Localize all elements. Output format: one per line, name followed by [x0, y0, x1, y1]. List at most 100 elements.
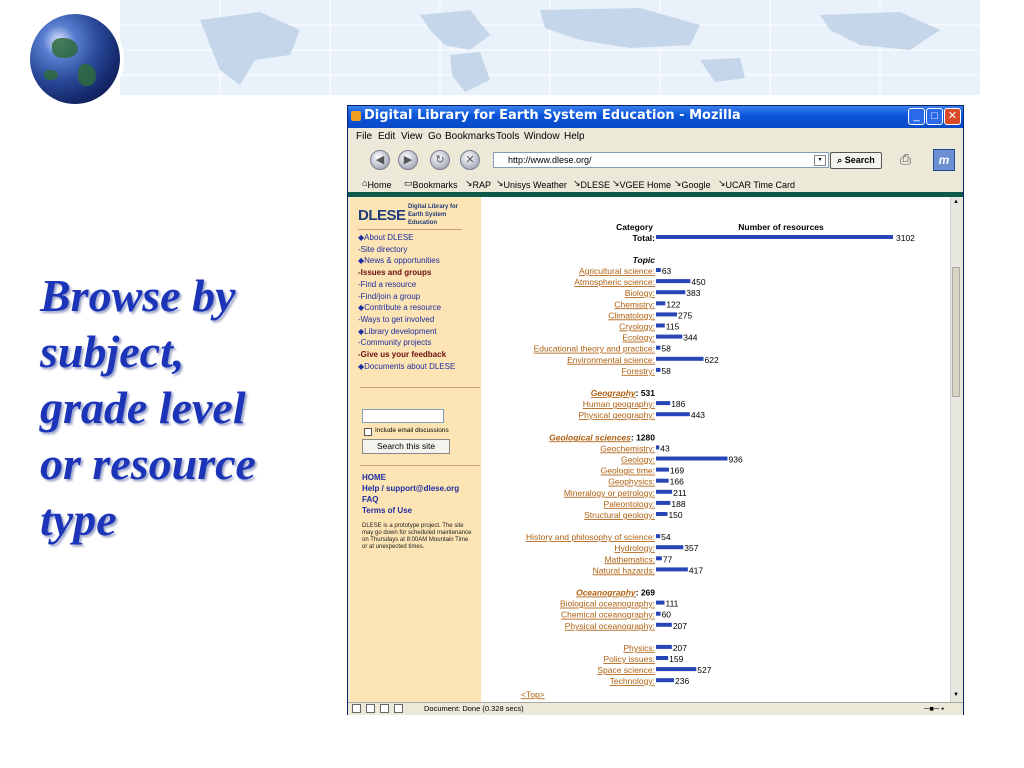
print-icon[interactable]: ⎙ — [900, 151, 911, 168]
category-link[interactable]: Mathematics: — [604, 554, 655, 564]
bookmark-rap[interactable]: ↘ RAP — [465, 178, 491, 190]
category-link[interactable]: Geophysics: — [608, 477, 655, 487]
category-link[interactable]: Cryology: — [619, 322, 655, 332]
include-email-label: Include email discussions — [375, 427, 449, 434]
vertical-scrollbar[interactable]: ▲ ▼ — [950, 197, 961, 702]
address-book-icon[interactable] — [394, 704, 403, 713]
scrollbar-thumb[interactable] — [952, 267, 960, 397]
sidebar-link[interactable]: -Find/join a group — [358, 292, 420, 301]
search-site-button[interactable]: Search this site — [362, 439, 450, 454]
bookmark-google[interactable]: ↘ Google — [674, 178, 711, 190]
category-link[interactable]: Natural hazards: — [593, 565, 655, 575]
url-dropdown-icon[interactable]: ▾ — [814, 155, 826, 166]
site-search-input[interactable] — [362, 409, 444, 423]
sidebar-link[interactable]: ◆News & opportunities — [358, 256, 440, 265]
reload-icon[interactable]: ↻ — [430, 150, 450, 170]
category-count: 211 — [673, 488, 687, 498]
category-link[interactable]: Geology: — [621, 455, 655, 465]
sidebar-link[interactable]: ◆Documents about DLESE — [358, 362, 455, 371]
bookmark-ucar-label: UCAR Time Card — [725, 180, 796, 190]
bookmark-dlese[interactable]: ↘ DLESE — [573, 178, 610, 190]
category-link[interactable]: Physical geography: — [578, 410, 655, 420]
category-link[interactable]: Educational theory and practice: — [534, 344, 655, 354]
category-count: 111 — [665, 599, 678, 609]
category-link[interactable]: Chemistry: — [614, 299, 655, 309]
navigator-icon[interactable] — [352, 704, 361, 713]
scroll-up-icon[interactable]: ▲ — [952, 198, 960, 206]
footer-link-help[interactable]: Help / support@dlese.org — [362, 484, 459, 493]
back-icon[interactable]: ◀ — [370, 150, 390, 170]
footer-link-terms[interactable]: Terms of Use — [362, 506, 412, 515]
menu-bookmarks[interactable]: Bookmarks — [445, 131, 495, 142]
dlese-logo[interactable]: DLESE Digital Library for Earth System E… — [358, 203, 462, 230]
bookmark-home[interactable]: ⌂ Home — [362, 178, 391, 190]
sidebar-link[interactable]: -Find a resource — [358, 280, 416, 289]
mail-icon[interactable] — [366, 704, 375, 713]
category-link[interactable]: Mineralogy or petrology: — [564, 488, 655, 498]
category-count: 357 — [684, 543, 698, 553]
close-button[interactable]: ✕ — [944, 108, 961, 125]
include-email-checkbox[interactable] — [364, 428, 372, 436]
category-link[interactable]: Ecology: — [622, 333, 655, 343]
window-titlebar[interactable]: Digital Library for Earth System Educati… — [348, 106, 963, 128]
category-link[interactable]: Geologic time: — [601, 466, 655, 476]
sidebar-link[interactable]: ◆About DLESE — [358, 233, 414, 242]
category-link[interactable]: Agricultural science: — [579, 266, 655, 276]
menu-window[interactable]: Window — [524, 131, 560, 142]
category-link[interactable]: Forestry: — [621, 366, 655, 376]
menu-tools[interactable]: Tools — [496, 131, 519, 142]
stop-icon[interactable]: ✕ — [460, 150, 480, 170]
chart-bar — [656, 445, 660, 450]
category-link[interactable]: History and philosophy of science: — [526, 532, 655, 542]
footer-link-faq[interactable]: FAQ — [362, 495, 378, 504]
sidebar-link[interactable]: -Give us your feedback — [358, 350, 446, 359]
menu-file[interactable]: File — [356, 131, 372, 142]
bookmark-unisys-weather[interactable]: ↘ Unisys Weather — [496, 178, 567, 190]
chart-bar — [656, 500, 671, 505]
category-link[interactable]: Chemical oceanography: — [561, 610, 655, 620]
bookmark-ucar-time-card[interactable]: ↘ UCAR Time Card — [718, 178, 795, 190]
category-link[interactable]: Structural geology: — [584, 510, 655, 520]
category-link[interactable]: Atmospheric science: — [574, 277, 655, 287]
composer-icon[interactable] — [380, 704, 389, 713]
footer-link-home[interactable]: HOME — [362, 473, 386, 482]
category-link[interactable]: Hydrology: — [614, 543, 655, 553]
category-link[interactable]: Geochemistry: — [600, 443, 655, 453]
bookmark-vgee-home[interactable]: ↘ VGEE Home — [612, 178, 671, 190]
sidebar-link[interactable]: -Ways to get involved — [358, 315, 434, 324]
sidebar-link[interactable]: -Community projects — [358, 338, 431, 347]
top-link[interactable]: <Top> — [521, 689, 545, 699]
menu-edit[interactable]: Edit — [378, 131, 395, 142]
bookmark-bookmarks[interactable]: ▭ Bookmarks — [404, 178, 458, 190]
category-link[interactable]: Technology: — [610, 676, 655, 686]
chart-bar — [656, 489, 673, 494]
category-link[interactable]: Space science: — [597, 665, 655, 675]
sidebar-link[interactable]: ◆Library development — [358, 327, 437, 336]
category-link[interactable]: Physical oceanography: — [565, 621, 655, 631]
menu-help[interactable]: Help — [564, 131, 585, 142]
category-link[interactable]: Environmental science: — [567, 355, 655, 365]
category-link[interactable]: Biology: — [625, 288, 655, 298]
search-button[interactable]: ⌕ Search — [830, 152, 882, 169]
category-link[interactable]: Policy issues: — [604, 654, 656, 664]
category-count: 60 — [662, 610, 672, 620]
category-link[interactable]: Biological oceanography: — [560, 599, 655, 609]
forward-icon[interactable]: ▶ — [398, 150, 418, 170]
category-count: 186 — [671, 399, 685, 409]
category-link[interactable]: Physics: — [623, 643, 655, 653]
maximize-button[interactable]: □ — [926, 108, 943, 125]
category-link[interactable]: Climatology: — [608, 310, 655, 320]
menu-view[interactable]: View — [401, 131, 423, 142]
sidebar-link[interactable]: -Site directory — [358, 245, 407, 254]
sidebar-link[interactable]: -Issues and groups — [358, 268, 431, 277]
category-link[interactable]: Paleontology: — [603, 499, 655, 509]
url-input[interactable]: http://www.dlese.org/ ▾ — [493, 152, 829, 168]
menu-go[interactable]: Go — [428, 131, 441, 142]
category-count: 527 — [697, 665, 711, 675]
sidebar-link[interactable]: ◆Contribute a resource — [358, 303, 441, 312]
category-count: 443 — [691, 410, 705, 420]
category-count: 166 — [670, 477, 684, 487]
minimize-button[interactable]: _ — [908, 108, 925, 125]
scroll-down-icon[interactable]: ▼ — [952, 691, 960, 699]
category-link[interactable]: Human geography: — [583, 399, 655, 409]
